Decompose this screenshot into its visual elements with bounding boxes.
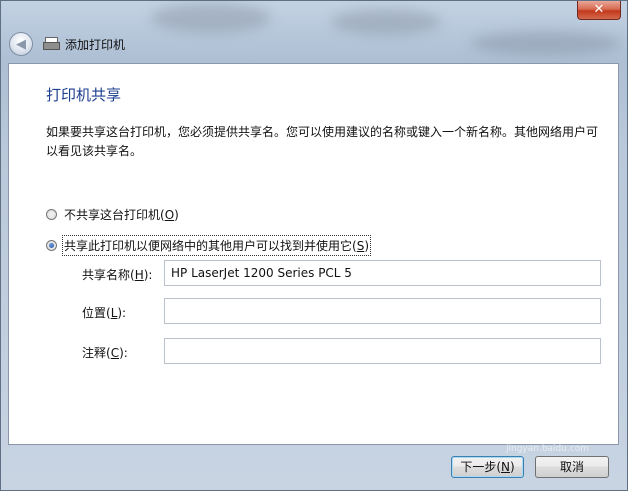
radio-share-label[interactable]: 共享此打印机以便网络中的其他用户可以找到并使用它(S) [62, 235, 371, 256]
page-heading: 打印机共享 [46, 86, 122, 104]
comment-input[interactable] [164, 338, 601, 364]
close-button[interactable]: ✕ [577, 1, 621, 20]
page-description: 如果要共享这台打印机，您必须提供共享名。您可以使用建议的名称或键入一个新名称。其… [46, 125, 599, 158]
glass-decoration [331, 9, 441, 35]
radio-no-share-label[interactable]: 不共享这台打印机(O) [63, 205, 180, 224]
radio-share[interactable] [46, 240, 57, 251]
cancel-button[interactable]: 取消 [535, 456, 609, 478]
radio-share-row[interactable]: 共享此打印机以便网络中的其他用户可以找到并使用它(S) [46, 235, 371, 256]
location-input[interactable] [164, 298, 601, 324]
content-panel: 打印机共享 如果要共享这台打印机，您必须提供共享名。您可以使用建议的名称或键入一… [8, 63, 619, 445]
share-name-label: 共享名称(H): [82, 268, 153, 282]
watermark: Baidu 经验 [474, 422, 594, 446]
glass-decoration [471, 31, 621, 55]
comment-row: 注释(C): [82, 344, 166, 361]
title-bar: ◀ 添加打印机 [9, 31, 125, 57]
back-arrow-icon: ◀ [16, 36, 26, 52]
share-name-row: 共享名称(H): [82, 266, 166, 283]
glass-decoration [151, 3, 271, 33]
window-title: 添加打印机 [65, 37, 126, 52]
next-button[interactable]: 下一步(N) [451, 456, 524, 478]
location-label: 位置(L): [82, 306, 127, 320]
radio-no-share[interactable] [46, 209, 57, 220]
location-row: 位置(L): [82, 304, 166, 321]
share-name-input[interactable]: HP LaserJet 1200 Series PCL 5 [164, 260, 601, 286]
back-button[interactable]: ◀ [9, 32, 33, 56]
close-icon: ✕ [593, 2, 605, 17]
printer-icon [43, 37, 60, 51]
comment-label: 注释(C): [82, 346, 128, 360]
watermark-url: jingyan.baidu.com [506, 444, 590, 454]
radio-no-share-row[interactable]: 不共享这台打印机(O) [46, 205, 180, 224]
